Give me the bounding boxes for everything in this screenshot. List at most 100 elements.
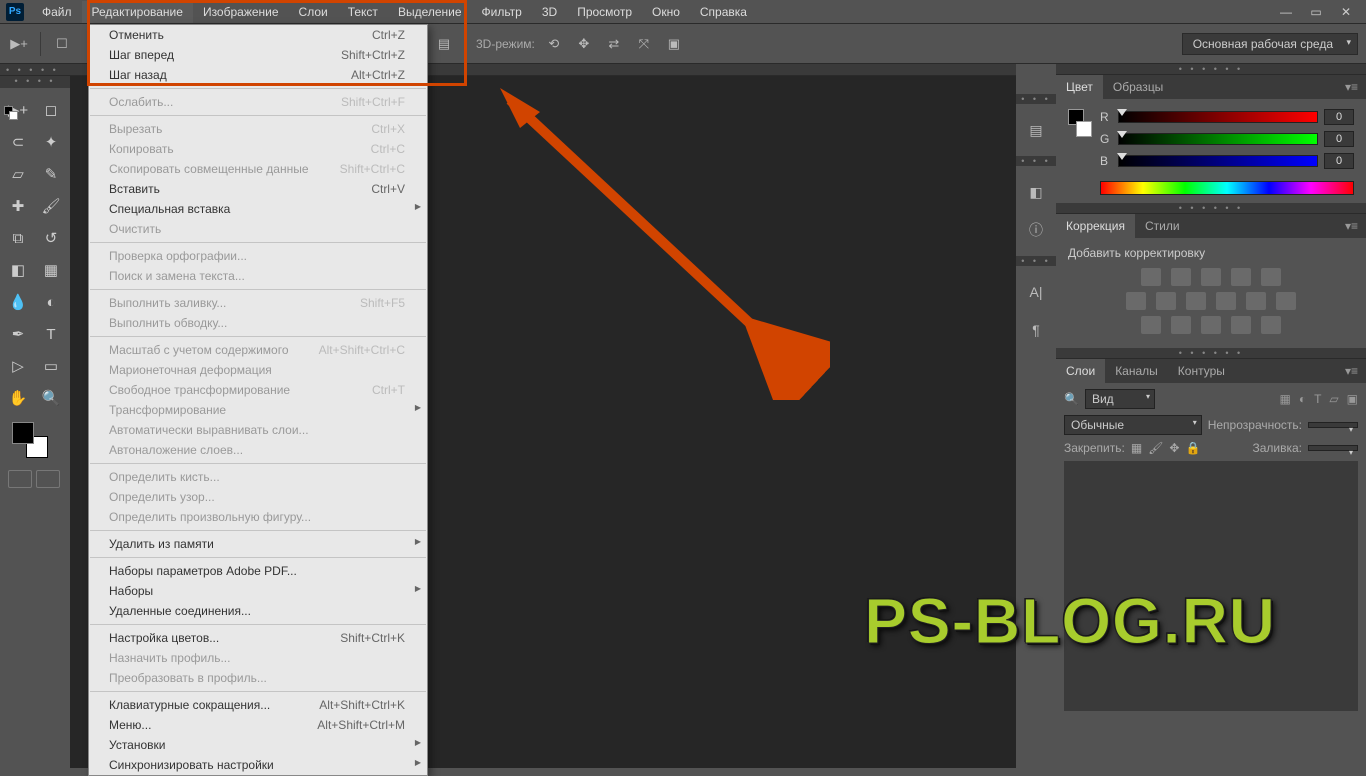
panel-color-swatches[interactable] [1068, 109, 1090, 141]
menu-слои[interactable]: Слои [289, 1, 338, 23]
g-slider[interactable] [1118, 133, 1318, 145]
menu-item[interactable]: Наборы [89, 581, 427, 601]
filter-type-icon[interactable]: T [1314, 392, 1321, 406]
minimize-button[interactable]: — [1278, 4, 1294, 20]
adj-brightness-icon[interactable] [1141, 268, 1161, 286]
paragraph-panel-icon[interactable]: ¶ [1024, 318, 1048, 342]
properties-panel-icon[interactable]: ◧ [1024, 180, 1048, 204]
orbit-3d-icon[interactable]: ⟲ [543, 33, 565, 55]
filter-smart-icon[interactable]: ▣ [1347, 392, 1358, 406]
pen-tool[interactable]: ✒ [4, 320, 32, 348]
lock-transparency-icon[interactable]: ▦ [1131, 441, 1142, 455]
menu-3d[interactable]: 3D [532, 1, 567, 23]
menu-item[interactable]: Специальная вставка [89, 199, 427, 219]
blur-tool[interactable]: 💧 [4, 288, 32, 316]
panel-grip-icon[interactable]: • • • • • [6, 65, 59, 75]
filter-shape-icon[interactable]: ▱ [1329, 392, 1338, 406]
adj-gradient-map-icon[interactable] [1231, 316, 1251, 334]
color-swatches[interactable] [4, 422, 66, 462]
adj-channel-mixer-icon[interactable] [1246, 292, 1266, 310]
r-slider[interactable] [1118, 111, 1318, 123]
menu-item[interactable]: Меню...Alt+Shift+Ctrl+M [89, 715, 427, 735]
b-slider[interactable] [1118, 155, 1318, 167]
g-value[interactable]: 0 [1324, 131, 1354, 147]
hand-tool[interactable]: ✋ [4, 384, 32, 412]
menu-item[interactable]: Шаг назадAlt+Ctrl+Z [89, 65, 427, 85]
menu-текст[interactable]: Текст [338, 1, 388, 23]
menu-item[interactable]: Удаленные соединения... [89, 601, 427, 621]
adj-levels-icon[interactable] [1171, 268, 1191, 286]
menu-окно[interactable]: Окно [642, 1, 690, 23]
info-panel-icon[interactable]: ⓘ [1024, 218, 1048, 242]
panel-grip-icon[interactable]: • • • • [0, 76, 70, 88]
adj-curves-icon[interactable] [1201, 268, 1221, 286]
maximize-button[interactable]: ▭ [1308, 4, 1324, 20]
crop-tool[interactable]: ▱ [4, 160, 32, 188]
panel-grip-icon[interactable]: • • • [1016, 256, 1056, 266]
panel-grip-icon[interactable]: • • • • • • [1056, 64, 1366, 74]
layer-filter-dropdown[interactable]: Вид [1085, 389, 1155, 409]
scale-3d-icon[interactable]: ⤧ [633, 33, 655, 55]
blend-mode-dropdown[interactable]: Обычные [1064, 415, 1202, 435]
tab-color[interactable]: Цвет [1056, 75, 1103, 99]
tab-layers[interactable]: Слои [1056, 359, 1105, 383]
history-panel-icon[interactable]: ▤ [1024, 118, 1048, 142]
lock-pixels-icon[interactable]: 🖌 [1148, 441, 1163, 455]
auto-align-icon[interactable]: ▤ [433, 33, 455, 55]
panel-menu-icon[interactable]: ▾≡ [1337, 80, 1366, 94]
foreground-color-swatch[interactable] [12, 422, 34, 444]
fill-field[interactable] [1308, 445, 1358, 451]
eyedropper-tool[interactable]: ✎ [37, 160, 65, 188]
r-value[interactable]: 0 [1324, 109, 1354, 125]
eraser-tool[interactable]: ◧ [4, 256, 32, 284]
menu-item[interactable]: Удалить из памяти [89, 534, 427, 554]
menu-редактирование[interactable]: Редактирование [82, 1, 193, 23]
lasso-tool[interactable]: ⊂ [4, 128, 32, 156]
adj-bw-icon[interactable] [1186, 292, 1206, 310]
brush-tool[interactable]: 🖌 [37, 192, 65, 220]
panel-grip-icon[interactable]: • • • [1016, 94, 1056, 104]
adj-photo-filter-icon[interactable] [1216, 292, 1236, 310]
menu-item[interactable]: Настройка цветов...Shift+Ctrl+K [89, 628, 427, 648]
menu-item[interactable]: ВставитьCtrl+V [89, 179, 427, 199]
menu-item[interactable]: Шаг впередShift+Ctrl+Z [89, 45, 427, 65]
panel-menu-icon[interactable]: ▾≡ [1337, 364, 1366, 378]
workspace-switcher[interactable]: Основная рабочая среда [1182, 33, 1358, 55]
adj-balance-icon[interactable] [1156, 292, 1176, 310]
tab-styles[interactable]: Стили [1135, 214, 1190, 238]
spectrum-ramp[interactable] [1100, 181, 1354, 195]
marquee-tool[interactable]: ◻ [37, 96, 65, 124]
menu-item[interactable]: Наборы параметров Adobe PDF... [89, 561, 427, 581]
adj-vibrance-icon[interactable] [1261, 268, 1281, 286]
panel-grip-icon[interactable]: • • • • • • [1056, 348, 1366, 358]
lock-all-icon[interactable]: 🔒 [1185, 441, 1200, 455]
zoom-tool[interactable]: 🔍 [37, 384, 65, 412]
history-brush-tool[interactable]: ↺ [37, 224, 65, 252]
adj-lookup-icon[interactable] [1276, 292, 1296, 310]
camera-3d-icon[interactable]: ▣ [663, 33, 685, 55]
panel-grip-icon[interactable]: • • • • • • [1056, 203, 1366, 213]
menu-item[interactable]: Установки [89, 735, 427, 755]
autoselect-checkbox[interactable]: ☐ [51, 33, 73, 55]
menu-item[interactable]: ОтменитьCtrl+Z [89, 25, 427, 45]
filter-adjust-icon[interactable]: ◐ [1299, 392, 1306, 406]
adj-exposure-icon[interactable] [1231, 268, 1251, 286]
panel-grip-icon[interactable]: • • • [1016, 156, 1056, 166]
adj-selective-icon[interactable] [1261, 316, 1281, 334]
quick-mask-icon[interactable] [8, 470, 32, 488]
healing-brush-tool[interactable]: ✚ [4, 192, 32, 220]
tab-channels[interactable]: Каналы [1105, 359, 1168, 383]
screen-mode-icon[interactable] [36, 470, 60, 488]
panel-menu-icon[interactable]: ▾≡ [1337, 219, 1366, 233]
menu-item[interactable]: Клавиатурные сокращения...Alt+Shift+Ctrl… [89, 695, 427, 715]
character-panel-icon[interactable]: A| [1024, 280, 1048, 304]
slide-3d-icon[interactable]: ⇄ [603, 33, 625, 55]
clone-stamp-tool[interactable]: ⧉ [4, 224, 32, 252]
b-value[interactable]: 0 [1324, 153, 1354, 169]
close-button[interactable]: ✕ [1338, 4, 1354, 20]
path-select-tool[interactable]: ▷ [4, 352, 32, 380]
filter-pixel-icon[interactable]: ▦ [1279, 392, 1290, 406]
type-tool[interactable]: T [37, 320, 65, 348]
tab-swatches[interactable]: Образцы [1103, 75, 1173, 99]
menu-файл[interactable]: Файл [32, 1, 82, 23]
